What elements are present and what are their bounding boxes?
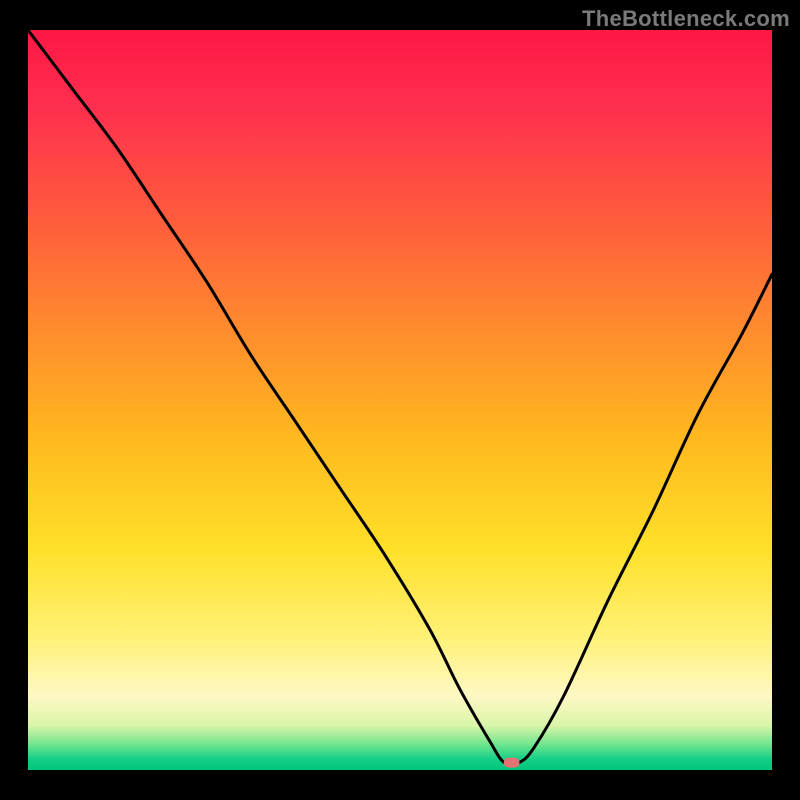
chart-frame: TheBottleneck.com [0,0,800,800]
chart-svg [28,30,772,770]
minimum-marker [504,758,520,768]
plot-area [28,30,772,770]
watermark-text: TheBottleneck.com [582,6,790,32]
gradient-background [28,30,772,770]
